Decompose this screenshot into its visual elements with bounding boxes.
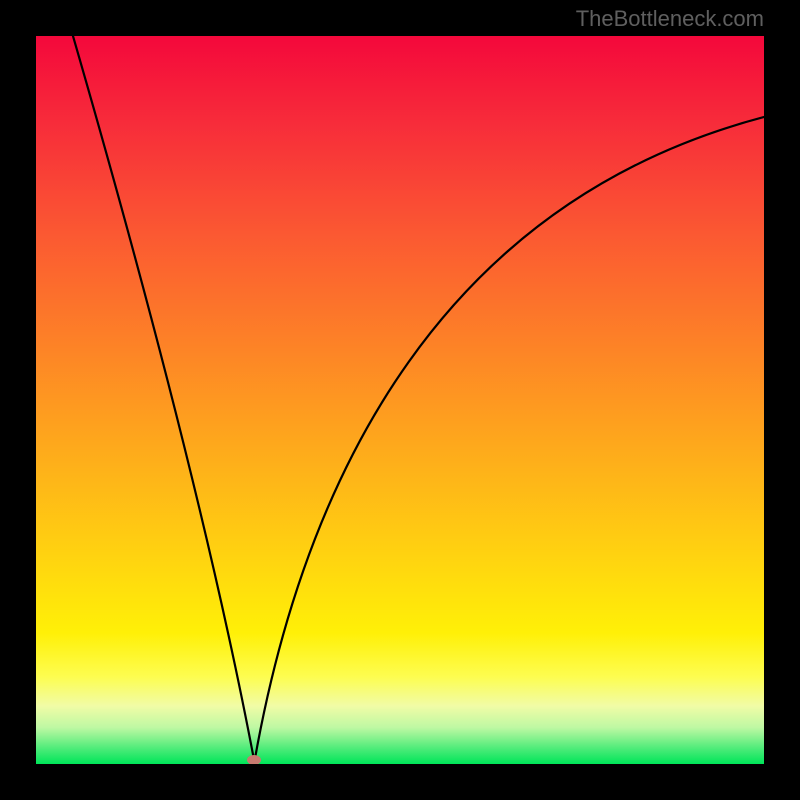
plot-area — [36, 36, 764, 764]
bottleneck-curve — [36, 36, 764, 764]
chart-frame: TheBottleneck.com — [0, 0, 800, 800]
watermark-text: TheBottleneck.com — [576, 6, 764, 32]
curve-minimum-marker — [247, 755, 261, 764]
